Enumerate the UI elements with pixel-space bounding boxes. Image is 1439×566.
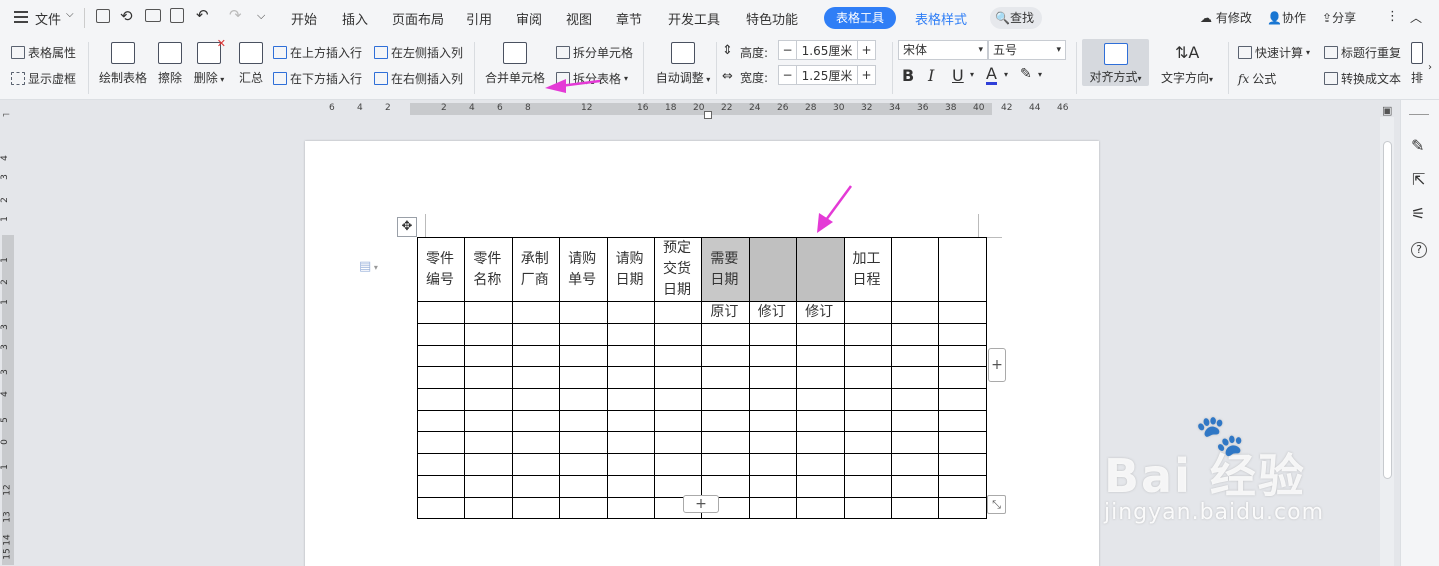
vertical-scrollbar[interactable] — [1380, 117, 1394, 566]
page-view-icon[interactable]: ▣ — [1382, 104, 1392, 117]
arrow-to-selected-cells — [817, 185, 853, 233]
edit-icon[interactable]: ✎ — [1411, 136, 1424, 155]
select-cursor-icon[interactable]: ⇱ — [1412, 170, 1425, 189]
arrow-to-merge-cells — [545, 79, 601, 93]
help-icon[interactable]: ? — [1411, 242, 1427, 258]
paw-logo-icon: 🐾 — [1195, 413, 1245, 459]
scrollbar-thumb[interactable] — [1383, 141, 1392, 479]
right-side-panel: ✎ ⇱ ⚟ ? — [1400, 100, 1439, 566]
divider — [1409, 114, 1429, 115]
watermark-url: jingyan.baidu.com — [1104, 500, 1325, 525]
settings-slider-icon[interactable]: ⚟ — [1411, 204, 1425, 223]
